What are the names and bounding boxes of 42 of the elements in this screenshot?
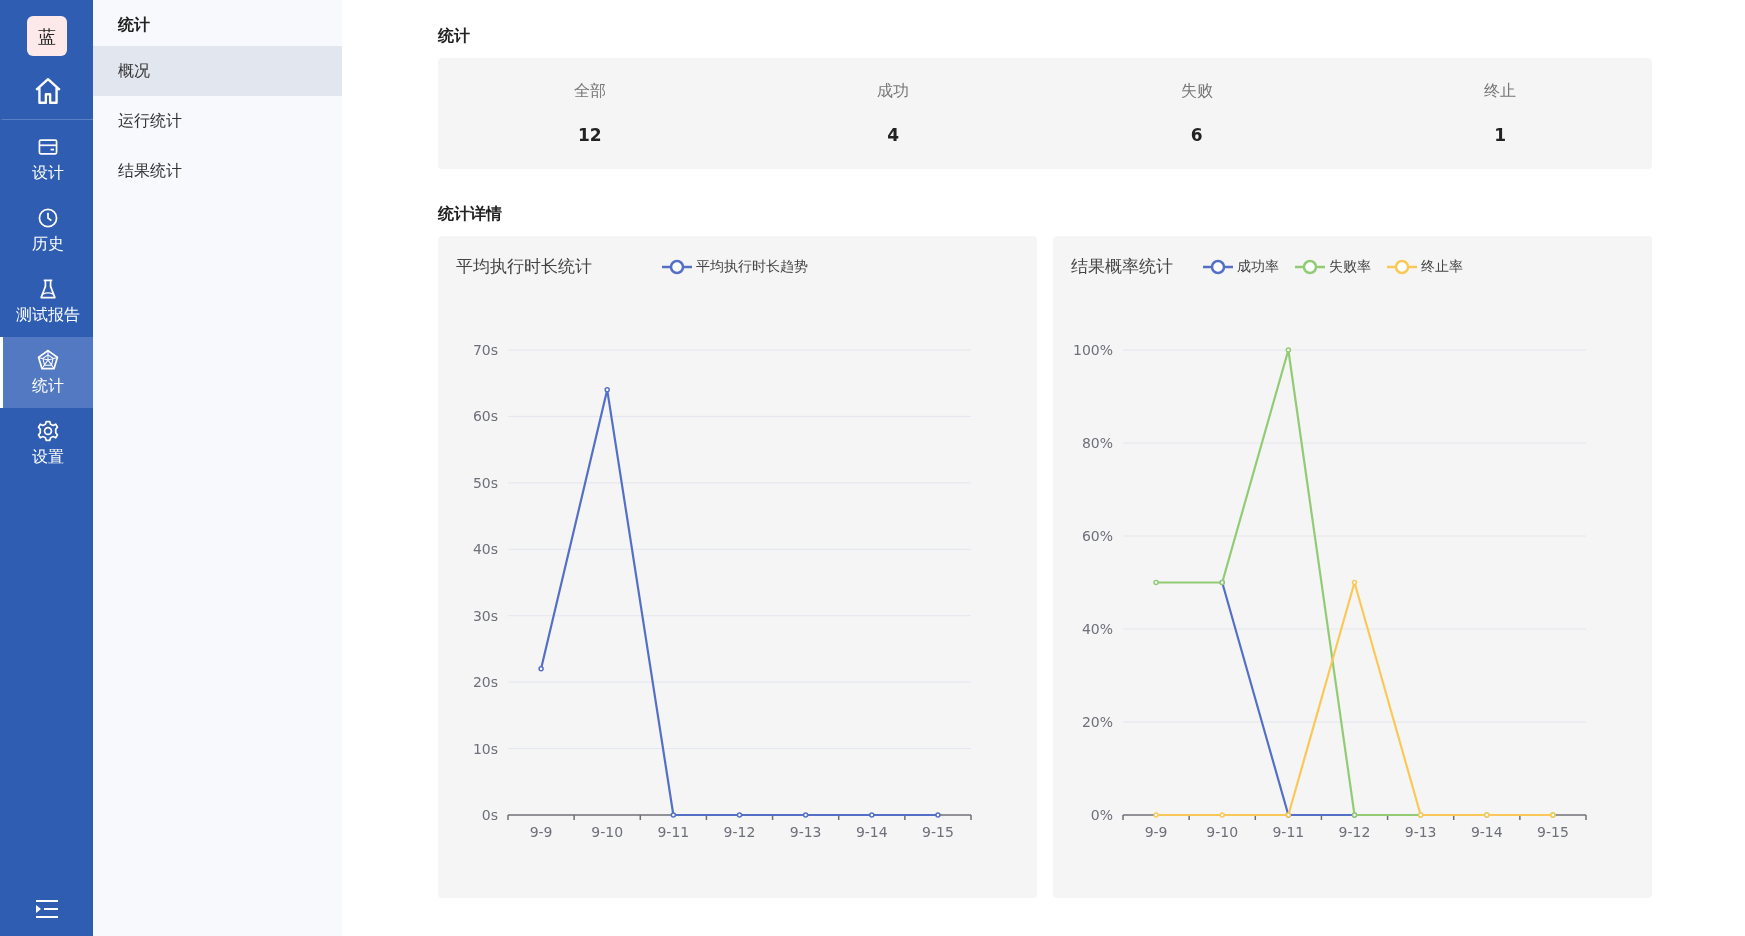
y-axis-label: 10s [472, 740, 498, 757]
x-axis-label: 9-13 [789, 823, 822, 840]
x-axis-label: 9-15 [1537, 823, 1569, 840]
logo: 蓝 [26, 16, 67, 56]
y-axis-label: 100% [1072, 341, 1113, 358]
stat-label: 终止 [1483, 80, 1518, 102]
stat-label: 全部 [572, 80, 607, 102]
stat-label: 失败 [1179, 80, 1214, 102]
y-axis-label: 40% [1081, 620, 1113, 637]
y-axis-label: 0s [481, 806, 498, 823]
y-axis-label: 20% [1081, 713, 1113, 730]
y-axis-label: 20s [472, 673, 498, 690]
y-axis-label: 30s [472, 607, 498, 624]
y-axis-label: 80% [1081, 434, 1113, 451]
x-axis-label: 9-11 [1272, 823, 1305, 840]
x-axis-label: 9-10 [1206, 823, 1239, 840]
x-axis-label: 9-13 [1404, 823, 1437, 840]
stat-value: 4 [886, 124, 901, 147]
y-axis-label: 70s [472, 341, 498, 358]
stat-value: 6 [1189, 124, 1204, 147]
submenu-title: 统计 [116, 14, 152, 36]
x-axis-label: 9-11 [657, 823, 690, 840]
x-axis-label: 9-10 [591, 823, 624, 840]
x-axis-label: 9-9 [1144, 823, 1168, 840]
section-title: 统计详情 [438, 203, 503, 225]
stat-value: 12 [576, 124, 603, 147]
section-title: 统计 [438, 25, 471, 47]
chart-title: 结果概率统计 [1071, 255, 1173, 278]
x-axis-label: 9-14 [1470, 823, 1503, 840]
y-axis-label: 50s [472, 474, 498, 491]
y-axis-label: 0% [1090, 806, 1113, 823]
x-axis-label: 9-14 [855, 823, 888, 840]
y-axis-label: 60s [472, 407, 498, 424]
stat-label: 成功 [876, 80, 911, 102]
x-axis-label: 9-12 [1338, 823, 1371, 840]
y-axis-label: 40s [472, 540, 498, 557]
x-axis-label: 9-9 [529, 823, 553, 840]
x-axis-label: 9-12 [723, 823, 756, 840]
stat-value: 1 [1493, 124, 1508, 147]
chart-title: 平均执行时长统计 [456, 255, 592, 278]
x-axis-label: 9-15 [922, 823, 954, 840]
y-axis-label: 60% [1081, 527, 1113, 544]
